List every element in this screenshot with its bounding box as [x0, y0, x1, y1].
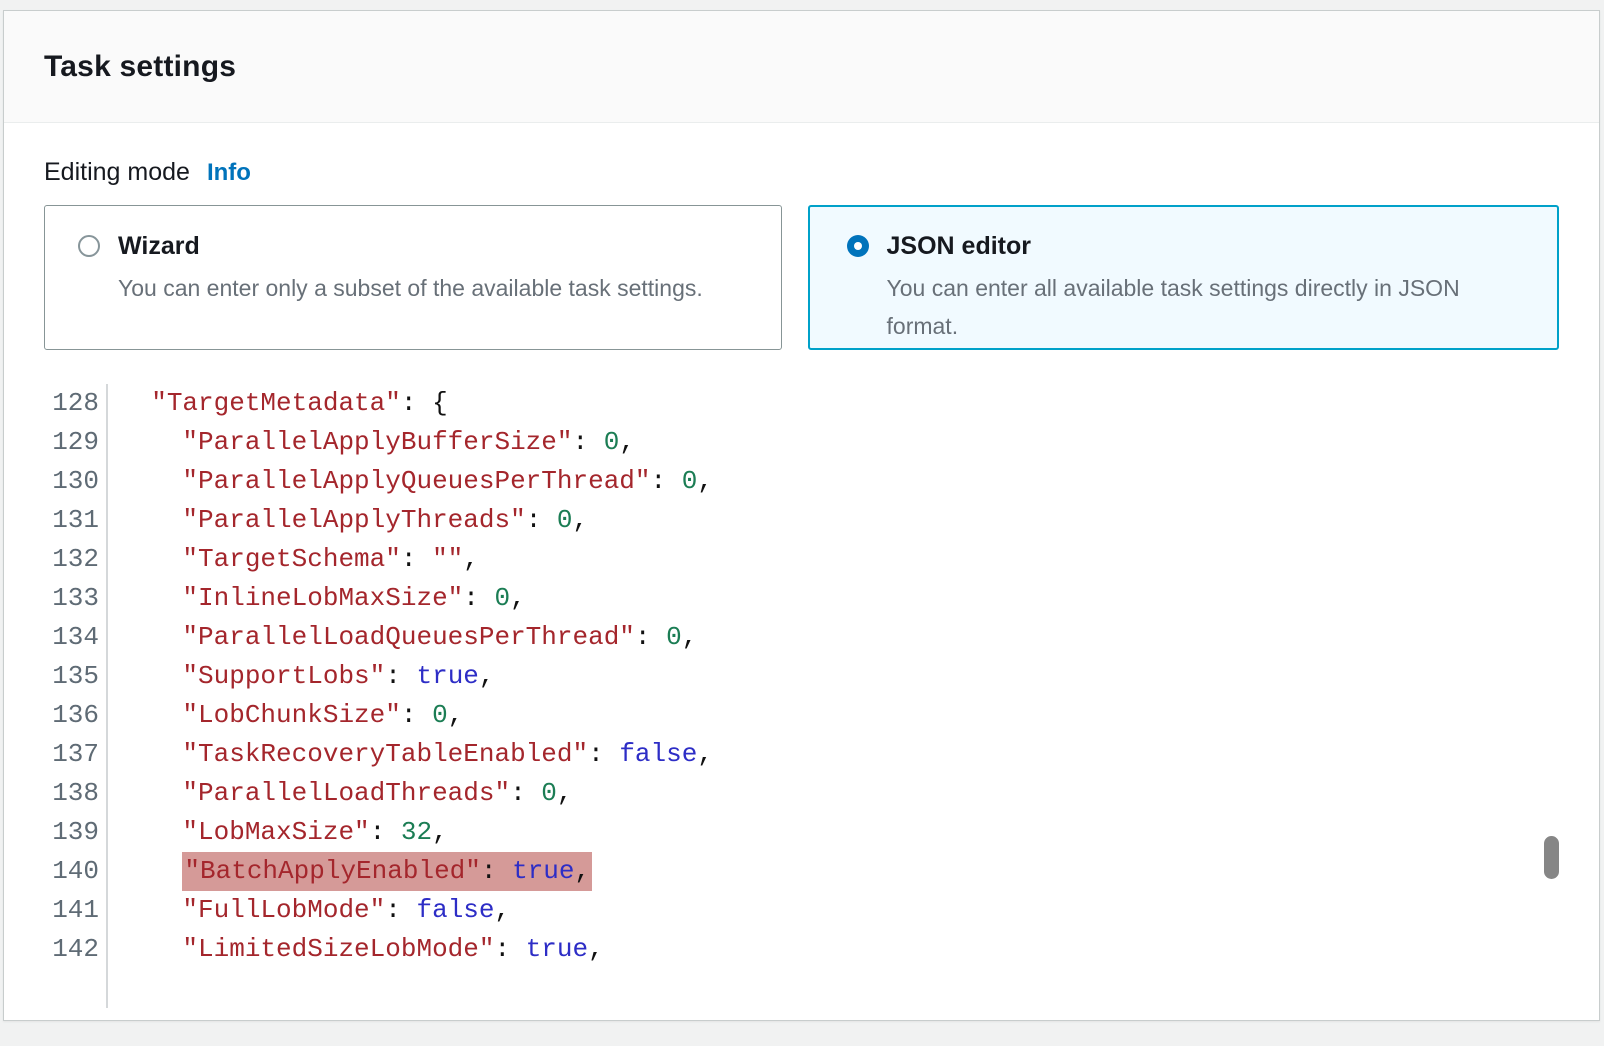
panel-header: Task settings [4, 11, 1599, 123]
line-number: 138 [4, 774, 108, 813]
code-line[interactable]: 131 "ParallelApplyThreads": 0, [4, 501, 1599, 540]
code-line-content: "LimitedSizeLobMode": true, [108, 930, 604, 969]
code-line-content: "InlineLobMaxSize": 0, [108, 579, 526, 618]
code-line[interactable]: 141 "FullLobMode": false, [4, 891, 1599, 930]
line-number: 137 [4, 735, 108, 774]
code-line[interactable]: 136 "LobChunkSize": 0, [4, 696, 1599, 735]
wizard-description: You can enter only a subset of the avail… [118, 269, 703, 307]
code-line[interactable]: 142 "LimitedSizeLobMode": true, [4, 930, 1599, 969]
json-editor-tile-text: JSON editor You can enter all available … [887, 232, 1487, 345]
line-number: 132 [4, 540, 108, 579]
line-number: 128 [4, 384, 108, 423]
code-line[interactable]: 139 "LobMaxSize": 32, [4, 813, 1599, 852]
wizard-radio-button[interactable] [78, 235, 100, 257]
code-line-content: "TargetSchema": "", [108, 540, 479, 579]
wizard-label: Wizard [118, 232, 703, 260]
find-match-highlight: "BatchApplyEnabled": true, [182, 852, 592, 891]
code-line-content: "LobChunkSize": 0, [108, 696, 463, 735]
line-number: 136 [4, 696, 108, 735]
code-line-content: "ParallelLoadQueuesPerThread": 0, [108, 618, 697, 657]
code-line[interactable] [4, 969, 1599, 1008]
code-line-content: "ParallelLoadThreads": 0, [108, 774, 573, 813]
json-editor-description: You can enter all available task setting… [887, 269, 1487, 345]
code-line[interactable]: 132 "TargetSchema": "", [4, 540, 1599, 579]
tile-wizard[interactable]: Wizard You can enter only a subset of th… [44, 205, 782, 350]
line-number: 141 [4, 891, 108, 930]
panel-title: Task settings [44, 50, 236, 84]
code-line[interactable]: 128 "TargetMetadata": { [4, 384, 1599, 423]
json-editor-label: JSON editor [887, 232, 1487, 260]
panel-body: Editing mode Info Wizard You can enter o… [4, 157, 1599, 350]
code-line-content: "ParallelApplyThreads": 0, [108, 501, 588, 540]
page: { "panel": { "title": "Task settings" },… [0, 0, 1604, 1046]
line-number: 133 [4, 579, 108, 618]
task-settings-panel: Task settings Editing mode Info Wizard Y… [3, 10, 1600, 1021]
line-number: 142 [4, 930, 108, 969]
wizard-tile-text: Wizard You can enter only a subset of th… [118, 232, 703, 307]
line-number: 131 [4, 501, 108, 540]
line-number: 135 [4, 657, 108, 696]
code-editor[interactable]: 128 "TargetMetadata": {129 "ParallelAppl… [4, 384, 1599, 1008]
editing-mode-label: Editing mode [44, 157, 190, 187]
editing-mode-tile-group: Wizard You can enter only a subset of th… [44, 205, 1559, 350]
line-number [4, 969, 108, 1008]
code-line[interactable]: 133 "InlineLobMaxSize": 0, [4, 579, 1599, 618]
code-line-content: "BatchApplyEnabled": true, [108, 852, 592, 891]
code-line[interactable]: 130 "ParallelApplyQueuesPerThread": 0, [4, 462, 1599, 501]
code-line[interactable]: 134 "ParallelLoadQueuesPerThread": 0, [4, 618, 1599, 657]
line-number: 140 [4, 852, 108, 891]
code-line-content: "TaskRecoveryTableEnabled": false, [108, 735, 713, 774]
code-line-content: "ParallelApplyQueuesPerThread": 0, [108, 462, 713, 501]
code-line-content: "TargetMetadata": { [108, 384, 448, 423]
code-line[interactable]: 129 "ParallelApplyBufferSize": 0, [4, 423, 1599, 462]
scrollbar-thumb[interactable] [1544, 836, 1559, 879]
info-link[interactable]: Info [207, 158, 251, 188]
line-number: 139 [4, 813, 108, 852]
code-line-content [108, 969, 120, 1008]
json-editor-radio-button[interactable] [847, 235, 869, 257]
editing-mode-row: Editing mode Info [44, 157, 1559, 188]
tile-json-editor[interactable]: JSON editor You can enter all available … [808, 205, 1559, 350]
code-line-content: "FullLobMode": false, [108, 891, 510, 930]
line-number: 129 [4, 423, 108, 462]
code-line[interactable]: 135 "SupportLobs": true, [4, 657, 1599, 696]
line-number: 134 [4, 618, 108, 657]
code-line[interactable]: 137 "TaskRecoveryTableEnabled": false, [4, 735, 1599, 774]
code-line-content: "ParallelApplyBufferSize": 0, [108, 423, 635, 462]
code-line-content: "SupportLobs": true, [108, 657, 495, 696]
code-line[interactable]: 138 "ParallelLoadThreads": 0, [4, 774, 1599, 813]
code-line-content: "LobMaxSize": 32, [108, 813, 448, 852]
line-number: 130 [4, 462, 108, 501]
code-line[interactable]: 140 "BatchApplyEnabled": true, [4, 852, 1599, 891]
